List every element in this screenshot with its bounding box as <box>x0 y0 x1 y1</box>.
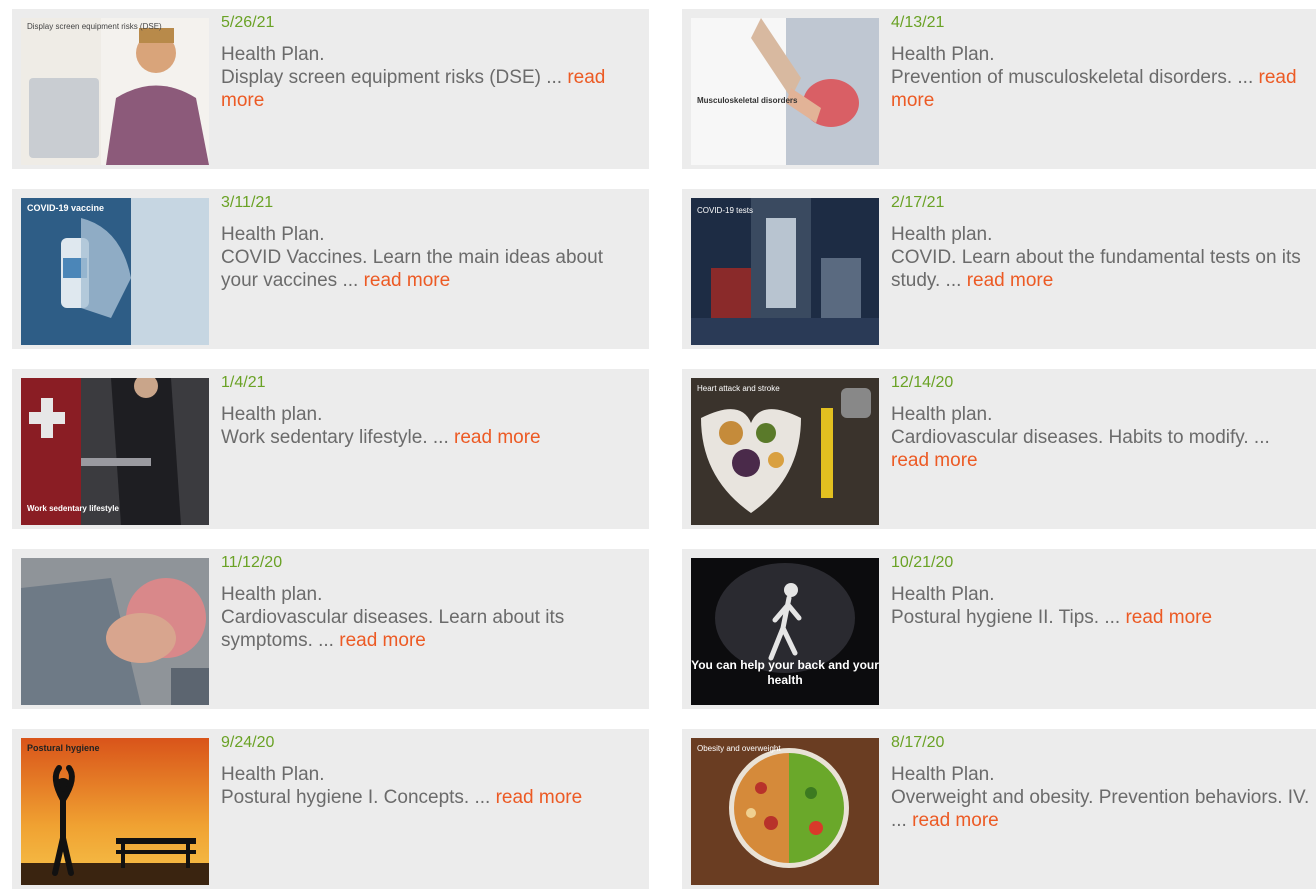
thumbnail-caption: Work sedentary lifestyle <box>27 504 119 513</box>
article-card[interactable]: Display screen equipment risks (DSE) 5/2… <box>12 9 649 169</box>
read-more-link[interactable]: read more <box>496 787 583 808</box>
article-thumbnail[interactable]: COVID-19 vaccine <box>21 198 209 345</box>
article-date: 4/13/21 <box>891 14 945 31</box>
article-card[interactable]: Musculoskeletal disorders 4/13/21 Health… <box>682 9 1316 169</box>
article-thumbnail[interactable]: Obesity and overweight <box>691 738 879 885</box>
read-more-link[interactable]: read more <box>339 630 426 651</box>
article-description: COVID Vaccines. Learn the main ideas abo… <box>221 246 641 292</box>
article-card[interactable]: Work sedentary lifestyle 1/4/21 Health p… <box>12 369 649 529</box>
article-card[interactable]: COVID-19 tests 2/17/21 Health plan. COVI… <box>682 189 1316 349</box>
article-text: Display screen equipment risks (DSE) ... <box>221 67 568 88</box>
article-date: 2/17/21 <box>891 194 945 211</box>
article-date: 11/12/20 <box>221 554 283 571</box>
article-thumbnail[interactable] <box>21 558 209 705</box>
read-more-link[interactable]: read more <box>891 450 978 471</box>
thumbnail-caption: Obesity and overweight <box>697 744 781 753</box>
article-text: Prevention of musculoskeletal disorders.… <box>891 67 1259 88</box>
thumbnail-caption: Heart attack and stroke <box>697 384 780 393</box>
read-more-link[interactable]: read more <box>967 270 1054 291</box>
article-description: Postural hygiene II. Tips. ... read more <box>891 606 1311 629</box>
read-more-link[interactable]: read more <box>454 427 541 448</box>
article-date: 3/11/21 <box>221 194 274 211</box>
article-text: Postural hygiene II. Tips. ... <box>891 607 1126 628</box>
thumbnail-caption: Musculoskeletal disorders <box>697 96 798 105</box>
article-card[interactable]: Heart attack and stroke 12/14/20 Health … <box>682 369 1316 529</box>
article-thumbnail[interactable]: Heart attack and stroke <box>691 378 879 525</box>
article-thumbnail[interactable]: You can help your back and your health <box>691 558 879 705</box>
thumbnail-caption: COVID-19 vaccine <box>27 203 105 213</box>
article-date: 10/21/20 <box>891 554 954 571</box>
article-thumbnail[interactable]: Display screen equipment risks (DSE) <box>21 18 209 165</box>
article-thumbnail[interactable]: Musculoskeletal disorders <box>691 18 879 165</box>
article-text: Work sedentary lifestyle. ... <box>221 427 455 448</box>
article-thumbnail[interactable]: Postural hygiene <box>21 738 209 885</box>
article-thumbnail[interactable]: COVID-19 tests <box>691 198 879 345</box>
article-description: Cardiovascular diseases. Learn about its… <box>221 606 641 652</box>
article-category: Health Plan. <box>221 224 325 245</box>
read-more-link[interactable]: read more <box>364 270 451 291</box>
read-more-link[interactable]: read more <box>912 810 999 831</box>
article-card[interactable]: Obesity and overweight 8/17/20 Health Pl… <box>682 729 1316 889</box>
article-card[interactable]: COVID-19 vaccine 3/11/21 Health Plan. CO… <box>12 189 649 349</box>
article-text: Cardiovascular diseases. Habits to modif… <box>891 427 1270 448</box>
article-text: Postural hygiene I. Concepts. ... <box>221 787 496 808</box>
article-category: Health Plan. <box>891 764 995 785</box>
article-date: 1/4/21 <box>221 374 266 391</box>
article-category: Health Plan. <box>221 764 325 785</box>
article-date: 8/17/20 <box>891 734 945 751</box>
article-description: Overweight and obesity. Prevention behav… <box>891 786 1311 832</box>
article-category: Health Plan. <box>221 44 325 65</box>
read-more-link[interactable]: read more <box>1125 607 1212 628</box>
article-card[interactable]: You can help your back and your health 1… <box>682 549 1316 709</box>
article-thumbnail[interactable]: Work sedentary lifestyle <box>21 378 209 525</box>
article-category: Health Plan. <box>891 584 995 605</box>
thumbnail-caption: Display screen equipment risks (DSE) <box>27 22 162 31</box>
article-description: Postural hygiene I. Concepts. ... read m… <box>221 786 641 809</box>
article-category: Health plan. <box>891 404 993 425</box>
thumbnail-caption: Postural hygiene <box>27 743 100 753</box>
article-description: Work sedentary lifestyle. ... read more <box>221 426 641 449</box>
article-category: Health plan. <box>891 224 993 245</box>
article-category: Health plan. <box>221 404 323 425</box>
article-date: 9/24/20 <box>221 734 275 751</box>
article-description: COVID. Learn about the fundamental tests… <box>891 246 1311 292</box>
article-description: Cardiovascular diseases. Habits to modif… <box>891 426 1311 472</box>
article-description: Display screen equipment risks (DSE) ...… <box>221 66 641 112</box>
thumbnail-caption: COVID-19 tests <box>697 206 754 215</box>
article-date: 12/14/20 <box>891 374 954 391</box>
thumbnail-caption: You can help your back and your health <box>691 658 879 687</box>
article-date: 5/26/21 <box>221 14 275 31</box>
article-text: COVID. Learn about the fundamental tests… <box>891 247 1301 291</box>
article-card[interactable]: 11/12/20 Health plan. Cardiovascular dis… <box>12 549 649 709</box>
article-category: Health plan. <box>221 584 323 605</box>
article-description: Prevention of musculoskeletal disorders.… <box>891 66 1311 112</box>
article-card[interactable]: Postural hygiene 9/24/20 Health Plan. Po… <box>12 729 649 889</box>
article-category: Health Plan. <box>891 44 995 65</box>
